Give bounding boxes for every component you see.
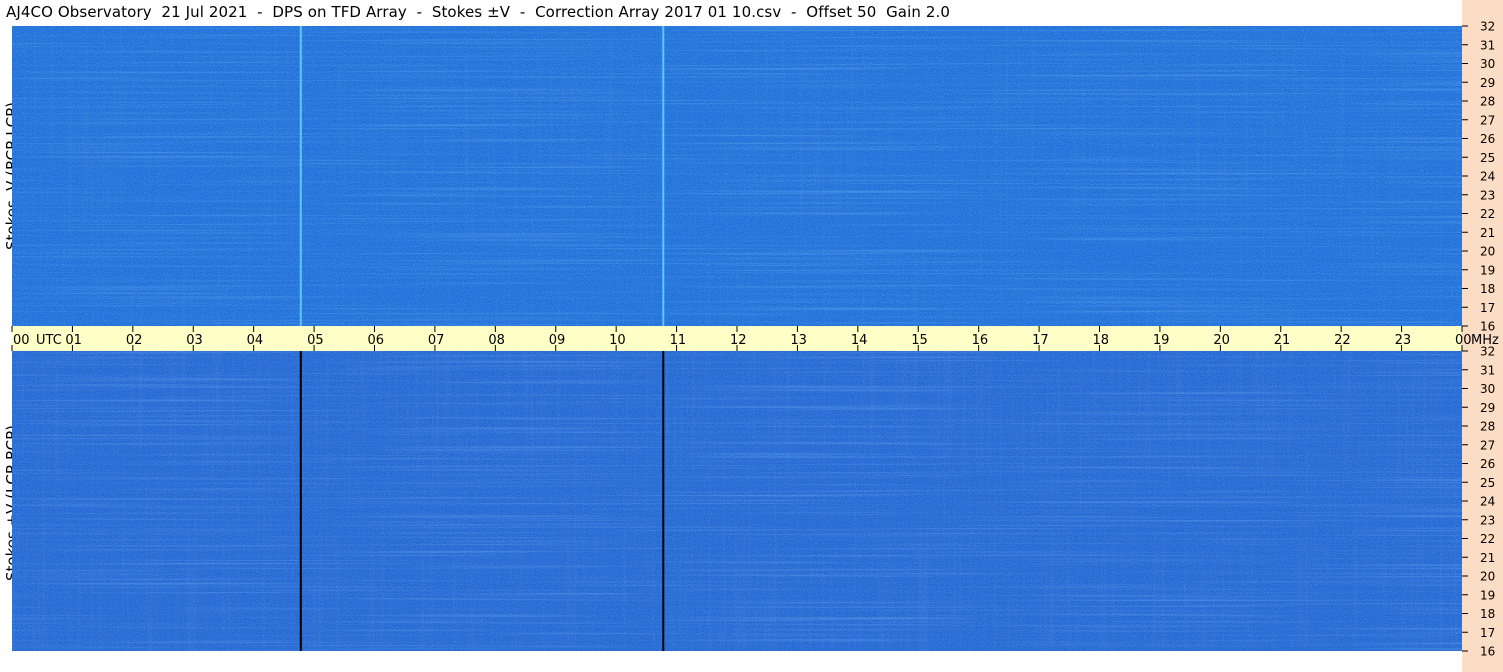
- utc-tick-label-23: 23: [1395, 333, 1412, 348]
- spectrogram-figure: AJ4CO Observatory 21 Jul 2021 - DPS on T…: [0, 0, 1503, 672]
- freq-tick-label-top-30: 30: [1480, 57, 1495, 71]
- utc-time-axis: 00 01 02 03 04 05 06 07 08 09 10 11 12 13 14 15 16 17 18 19…: [11, 326, 1499, 351]
- freq-tick-label-top-25: 25: [1480, 151, 1495, 165]
- frequency-axis-bottom: 32 31 30 29 28 27 26 25 24 23 22 21 20 19 18 17 16: [1462, 345, 1495, 659]
- freq-tick-label-top-27: 27: [1480, 113, 1495, 127]
- frequency-axis-top: 32 31 30 29 28 27 26 25 24 23 22 21 20 19 18 17 16: [1462, 20, 1495, 334]
- utc-tick-label-17: 17: [1032, 333, 1049, 348]
- utc-tick-label-18: 18: [1093, 333, 1110, 348]
- freq-tick-label-bottom-27: 27: [1480, 438, 1495, 452]
- freq-tick-label-top-19: 19: [1480, 263, 1495, 277]
- freq-tick-label-top-28: 28: [1480, 95, 1495, 109]
- freq-tick-label-bottom-22: 22: [1480, 532, 1495, 546]
- freq-tick-label-top-22: 22: [1480, 207, 1495, 221]
- utc-tick-label-11: 11: [670, 333, 687, 348]
- freq-tick-label-bottom-23: 23: [1480, 513, 1495, 527]
- freq-tick-label-bottom-32: 32: [1480, 345, 1495, 359]
- heatmap-bottom-vstreaks: [12, 351, 1462, 651]
- utc-tick-label-21: 21: [1274, 333, 1291, 348]
- utc-tick-label-14: 14: [851, 333, 868, 348]
- freq-tick-label-bottom-16: 16: [1480, 645, 1495, 659]
- utc-tick-label-10: 10: [609, 333, 626, 348]
- utc-tick-label-7: 07: [428, 333, 445, 348]
- utc-tick-label-0: 00: [13, 333, 30, 348]
- utc-tick-label-4: 04: [247, 333, 264, 348]
- freq-tick-label-top-18: 18: [1480, 282, 1495, 296]
- freq-tick-label-bottom-19: 19: [1480, 588, 1495, 602]
- stokes-minus-v-panel: [12, 26, 1462, 326]
- utc-tick-label-13: 13: [790, 333, 807, 348]
- utc-tick-label-3: 03: [186, 333, 203, 348]
- freq-tick-label-top-16: 16: [1480, 320, 1495, 334]
- utc-tick-label-19: 19: [1153, 333, 1170, 348]
- freq-tick-label-top-32: 32: [1480, 20, 1495, 34]
- utc-tick-label-1: 01: [65, 333, 82, 348]
- utc-tick-label-2: 02: [126, 333, 143, 348]
- freq-tick-label-bottom-17: 17: [1480, 626, 1495, 640]
- utc-tick-label-16: 16: [972, 333, 989, 348]
- freq-tick-label-bottom-18: 18: [1480, 607, 1495, 621]
- utc-tick-label-24: 00: [1455, 333, 1472, 348]
- freq-tick-label-bottom-28: 28: [1480, 420, 1495, 434]
- freq-tick-label-top-29: 29: [1480, 76, 1495, 90]
- freq-tick-label-bottom-26: 26: [1480, 457, 1495, 471]
- freq-tick-label-bottom-25: 25: [1480, 476, 1495, 490]
- freq-tick-label-bottom-31: 31: [1480, 363, 1495, 377]
- utc-unit-label: UTC: [36, 333, 62, 348]
- utc-tick-label-22: 22: [1334, 333, 1351, 348]
- utc-tick-label-12: 12: [730, 333, 747, 348]
- freq-tick-label-bottom-20: 20: [1480, 570, 1495, 584]
- freq-tick-label-top-23: 23: [1480, 188, 1495, 202]
- stokes-plus-v-panel: [12, 351, 1462, 651]
- freq-tick-label-top-21: 21: [1480, 226, 1495, 240]
- utc-tick-label-6: 06: [368, 333, 385, 348]
- freq-tick-label-top-26: 26: [1480, 132, 1495, 146]
- utc-tick-label-15: 15: [911, 333, 928, 348]
- freq-tick-label-bottom-24: 24: [1480, 495, 1495, 509]
- utc-tick-label-9: 09: [549, 333, 566, 348]
- freq-tick-label-top-24: 24: [1480, 170, 1495, 184]
- utc-tick-label-5: 05: [307, 333, 324, 348]
- freq-tick-label-top-31: 31: [1480, 38, 1495, 52]
- spectrogram-chart: 00 01 02 03 04 05 06 07 08 09 10 11 12 13 14 15 16 17 18 19…: [11, 20, 1499, 659]
- freq-tick-label-top-17: 17: [1480, 301, 1495, 315]
- heatmap-top-vstreaks: [12, 26, 1462, 326]
- utc-tick-label-20: 20: [1213, 333, 1230, 348]
- freq-tick-label-bottom-21: 21: [1480, 551, 1495, 565]
- freq-tick-label-bottom-29: 29: [1480, 401, 1495, 415]
- utc-tick-label-8: 08: [488, 333, 505, 348]
- freq-tick-label-top-20: 20: [1480, 245, 1495, 259]
- freq-tick-label-bottom-30: 30: [1480, 382, 1495, 396]
